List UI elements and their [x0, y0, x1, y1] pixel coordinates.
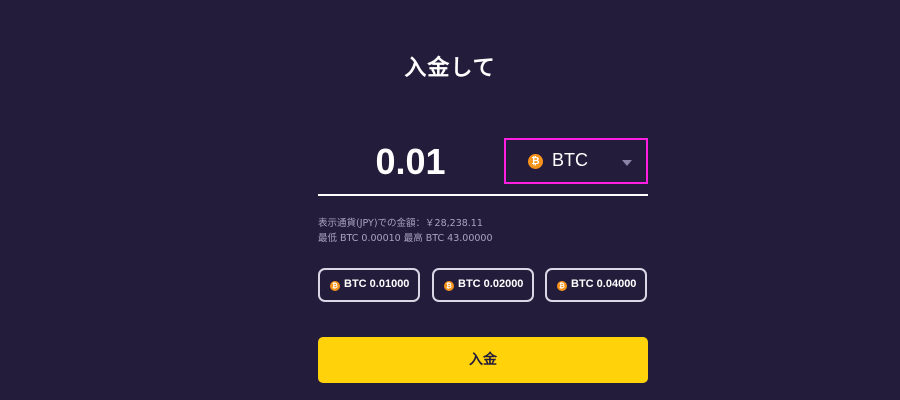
- deposit-button[interactable]: 入金: [318, 337, 648, 383]
- currency-select[interactable]: ₿ BTC: [504, 138, 648, 184]
- preset-button-3[interactable]: ₿ BTC 0.04000: [545, 268, 647, 302]
- amount-row: ₿ BTC: [318, 134, 648, 196]
- preset-amounts: ₿ BTC 0.01000 ₿ BTC 0.02000 ₿ BTC 0.0400…: [318, 268, 648, 304]
- preset-label: BTC 0.04000: [571, 278, 637, 290]
- preset-label: BTC 0.01000: [344, 278, 410, 290]
- bitcoin-icon: ₿: [557, 281, 567, 291]
- deposit-button-label: 入金: [469, 352, 497, 368]
- preset-button-1[interactable]: ₿ BTC 0.01000: [318, 268, 420, 302]
- currency-label: BTC: [552, 150, 588, 170]
- preset-button-2[interactable]: ₿ BTC 0.02000: [432, 268, 534, 302]
- bitcoin-icon: ₿: [330, 281, 340, 291]
- fiat-amount-text: 表示通貨(JPY)での金額：￥28,238.11: [318, 218, 483, 229]
- amount-info: 表示通貨(JPY)での金額：￥28,238.11 最低 BTC 0.00010 …: [318, 216, 493, 246]
- page-title: 入金して: [404, 56, 496, 81]
- caret-down-icon: [622, 160, 632, 166]
- amount-input[interactable]: [318, 134, 503, 189]
- deposit-page: 入金して ₿ BTC 表示通貨(JPY)での金額：￥28,238.11 最低 B…: [0, 0, 900, 400]
- bitcoin-icon: ₿: [444, 281, 454, 291]
- bitcoin-icon: ₿: [528, 154, 543, 169]
- preset-label: BTC 0.02000: [458, 278, 524, 290]
- limits-text: 最低 BTC 0.00010 最高 BTC 43.00000: [318, 233, 493, 244]
